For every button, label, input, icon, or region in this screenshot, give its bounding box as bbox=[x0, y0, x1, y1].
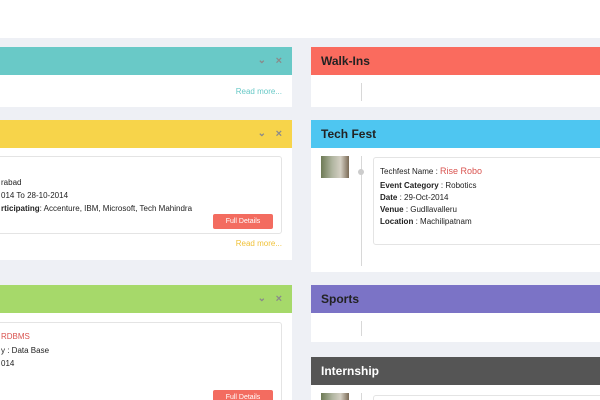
panel-title: Walk-Ins bbox=[321, 54, 370, 68]
panel-header: Walk-Ins bbox=[311, 47, 600, 75]
techfest-name: Techfest Name : Rise Robo bbox=[380, 166, 482, 176]
event-location: Location : Machilipatnam bbox=[380, 217, 472, 226]
event-card: rabad 014 To 28-10-2014 rticipating: Acc… bbox=[0, 156, 282, 234]
event-card: Techfest Name : Rise Robo Event Category… bbox=[373, 157, 600, 245]
chevron-down-icon[interactable]: ⌄ bbox=[258, 47, 266, 75]
panel-header: Sports bbox=[311, 285, 600, 313]
event-thumbnail bbox=[321, 393, 349, 400]
panel-header: ⌄ × bbox=[0, 285, 292, 313]
panel-title: Internship bbox=[321, 364, 380, 378]
participating-value: : Accenture, IBM, Microsoft, Tech Mahind… bbox=[39, 204, 193, 213]
event-name: RDBMS bbox=[1, 332, 30, 341]
panel-title: Sports bbox=[321, 292, 360, 306]
timeline-line bbox=[361, 393, 362, 400]
read-more-link[interactable]: Read more... bbox=[236, 87, 282, 96]
panel-title: Tech Fest bbox=[321, 127, 377, 141]
event-venue: Venue : Gudllavalleru bbox=[380, 205, 457, 214]
panel-header: Internship bbox=[311, 357, 600, 385]
event-category: Event Category : Robotics bbox=[380, 181, 477, 190]
timeline-line bbox=[361, 321, 362, 336]
techfest-name-value: Rise Robo bbox=[440, 166, 483, 176]
panel-walk-ins: Walk-Ins bbox=[311, 47, 600, 107]
panel-header: ⌄ × bbox=[0, 120, 292, 148]
read-more-link[interactable]: Read more... bbox=[236, 239, 282, 248]
chevron-down-icon[interactable]: ⌄ bbox=[258, 120, 266, 148]
event-thumbnail bbox=[321, 156, 349, 178]
participating-label: rticipating bbox=[1, 204, 40, 213]
timeline-line bbox=[361, 83, 362, 101]
chevron-down-icon[interactable]: ⌄ bbox=[258, 285, 266, 313]
event-venue-label: Venue bbox=[380, 205, 404, 214]
top-bar bbox=[0, 0, 600, 38]
panel-mid-left: ⌄ × rabad 014 To 28-10-2014 rticipating:… bbox=[0, 120, 292, 260]
event-location-label: Location bbox=[380, 217, 414, 226]
event-participating: rticipating: Accenture, IBM, Microsoft, … bbox=[1, 204, 192, 213]
panel-internship: Internship bbox=[311, 357, 600, 400]
event-location-value: : Machilipatnam bbox=[415, 217, 472, 226]
techfest-name-label: Techfest Name : bbox=[380, 167, 438, 176]
panel-header: ⌄ × bbox=[0, 47, 292, 75]
full-details-button[interactable]: Full Details bbox=[213, 390, 273, 400]
event-category-value: : Robotics bbox=[440, 181, 477, 190]
panel-tech-fest: Tech Fest Techfest Name : Rise Robo Even… bbox=[311, 120, 600, 272]
event-date: 014 To 28-10-2014 bbox=[1, 191, 69, 200]
panel-sports: Sports bbox=[311, 285, 600, 342]
event-card bbox=[373, 395, 600, 400]
event-category-label: Event Category bbox=[380, 181, 439, 190]
event-date: Date : 29-Oct-2014 bbox=[380, 193, 449, 202]
event-location: rabad bbox=[1, 178, 22, 187]
full-details-button[interactable]: Full Details bbox=[213, 214, 273, 229]
event-card: RDBMS y : Data Base 014 Full Details bbox=[0, 322, 282, 400]
event-date: 014 bbox=[1, 359, 15, 368]
event-venue-value: : Gudllavalleru bbox=[405, 205, 457, 214]
event-date-value: : 29-Oct-2014 bbox=[399, 193, 449, 202]
event-category: y : Data Base bbox=[1, 346, 50, 355]
close-icon[interactable]: × bbox=[276, 47, 282, 75]
panel-bottom-left: ⌄ × RDBMS y : Data Base 014 Full Details bbox=[0, 285, 292, 400]
panel-top-left: ⌄ × Read more... bbox=[0, 47, 292, 107]
close-icon[interactable]: × bbox=[276, 120, 282, 148]
event-date-label: Date bbox=[380, 193, 398, 202]
timeline-dot bbox=[358, 169, 364, 175]
panel-header: Tech Fest bbox=[311, 120, 600, 148]
close-icon[interactable]: × bbox=[276, 285, 282, 313]
